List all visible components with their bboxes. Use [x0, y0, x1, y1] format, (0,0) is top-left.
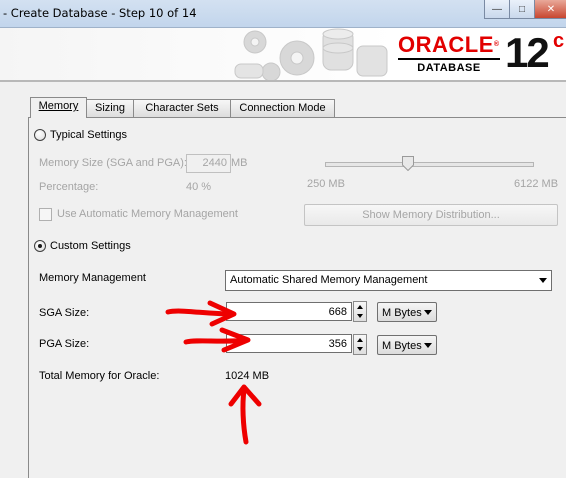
percentage-value: 40 %	[186, 181, 212, 193]
minimize-button[interactable]: —	[484, 0, 510, 19]
tab-sizing[interactable]: Sizing	[86, 99, 134, 117]
tab-character-sets[interactable]: Character Sets	[133, 99, 231, 117]
spin-down-icon[interactable]	[354, 311, 366, 320]
total-memory-label: Total Memory for Oracle:	[39, 370, 160, 382]
tab-connection-mode[interactable]: Connection Mode	[230, 99, 335, 117]
maximize-icon: □	[518, 3, 526, 15]
chevron-down-icon	[424, 310, 432, 315]
version-number: 12	[505, 29, 550, 76]
close-icon: ✕	[546, 3, 556, 15]
typical-settings-label: Typical Settings	[50, 129, 128, 141]
memory-size-input[interactable]: 2440	[186, 154, 231, 173]
minimize-icon: —	[492, 3, 502, 15]
memory-size-label: Memory Size (SGA and PGA):	[39, 157, 187, 169]
sga-size-label: SGA Size:	[39, 307, 90, 319]
slider-max-label: 6122 MB	[514, 178, 559, 190]
pga-size-input[interactable]: 356	[226, 334, 352, 353]
tab-character-sets-label: Character Sets	[145, 102, 219, 114]
tab-memory-label: Memory	[38, 100, 79, 112]
show-memory-distribution-button[interactable]: Show Memory Distribution...	[304, 204, 558, 226]
chevron-down-icon	[535, 271, 551, 290]
close-button[interactable]: ✕	[534, 0, 566, 19]
memory-panel	[28, 117, 566, 478]
sga-unit-value: M Bytes	[382, 307, 422, 319]
pga-unit-select[interactable]: M Bytes	[377, 335, 437, 355]
title-bar: - Create Database - Step 10 of 14 — □ ✕	[0, 0, 566, 28]
chevron-down-icon	[424, 343, 432, 348]
tab-connection-mode-label: Connection Mode	[239, 102, 326, 114]
memory-management-label: Memory Management	[39, 272, 146, 284]
window-title: - Create Database - Step 10 of 14	[3, 6, 197, 20]
total-memory-value: 1024 MB	[225, 370, 270, 382]
typical-settings-radio[interactable]	[34, 129, 46, 141]
sga-unit-select[interactable]: M Bytes	[377, 302, 437, 322]
pga-unit-value: M Bytes	[382, 340, 422, 352]
gears-graphic	[234, 28, 388, 80]
amm-checkbox[interactable]	[39, 208, 52, 221]
memory-slider-track	[325, 162, 534, 167]
maximize-button[interactable]: □	[509, 0, 535, 19]
logo-underline	[398, 58, 500, 60]
registered-icon: ®	[493, 41, 500, 48]
database-label: DATABASE	[417, 62, 481, 74]
percentage-label: Percentage:	[39, 181, 99, 193]
custom-settings-radio[interactable]	[34, 240, 46, 252]
amm-label: Use Automatic Memory Management	[57, 208, 238, 220]
header-divider	[0, 80, 566, 82]
spin-down-icon[interactable]	[354, 344, 366, 353]
pga-size-label: PGA Size:	[39, 338, 90, 350]
slider-min-label: 250 MB	[307, 178, 345, 190]
sga-size-input[interactable]: 668	[226, 302, 352, 321]
spin-up-icon[interactable]	[354, 335, 366, 344]
custom-settings-label: Custom Settings	[50, 240, 131, 252]
sga-size-spinner[interactable]	[353, 301, 367, 322]
tab-sizing-label: Sizing	[95, 102, 125, 114]
spin-up-icon[interactable]	[354, 302, 366, 311]
memory-size-unit: MB	[231, 157, 248, 169]
oracle-logo: ORACLE®	[398, 33, 502, 57]
version-suffix: c	[553, 30, 565, 52]
oracle-logo-text: ORACLE	[398, 32, 494, 57]
memory-management-select[interactable]: Automatic Shared Memory Management	[225, 270, 552, 291]
memory-management-value: Automatic Shared Memory Management	[230, 274, 428, 286]
tab-memory[interactable]: Memory	[30, 97, 87, 118]
memory-slider-thumb[interactable]	[401, 156, 414, 171]
pga-size-spinner[interactable]	[353, 334, 367, 355]
